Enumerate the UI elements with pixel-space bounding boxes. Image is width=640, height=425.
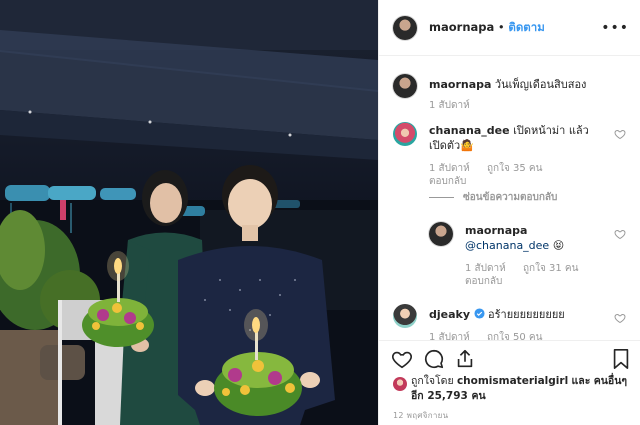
comment-body: chanana_dee เปิดหน้าม่า แล้วเปิดตัว🤷 <box>429 123 601 153</box>
comment-icon[interactable] <box>423 348 445 370</box>
bookmark-icon[interactable] <box>611 348 631 370</box>
action-bar <box>379 340 640 376</box>
comment-avatar[interactable] <box>393 304 417 328</box>
reply-time[interactable]: 1 สัปดาห์ <box>465 262 506 275</box>
caption: maornapa วันเพ็ญเดือนสิบสอง <box>429 77 629 92</box>
reply-text: 😝 <box>552 239 565 252</box>
author-username[interactable]: maornapa <box>429 20 494 34</box>
reply-avatar[interactable] <box>429 222 453 246</box>
post-date[interactable]: 12 พฤศจิกายน <box>393 409 448 422</box>
comment-username[interactable]: chanana_dee <box>429 124 510 137</box>
reply-button[interactable]: ตอบกลับ <box>429 175 466 188</box>
reply-heart-icon[interactable] <box>614 228 626 240</box>
hide-replies-button[interactable]: ซ่อนข้อความตอบกลับ <box>463 191 557 204</box>
photo-scene <box>0 0 378 425</box>
reply-likes[interactable]: ถูกใจ 31 คน <box>523 262 578 275</box>
comment-heart-icon[interactable] <box>614 128 626 140</box>
share-icon[interactable] <box>454 348 476 370</box>
caption-text: วันเพ็ญเดือนสิบสอง <box>494 78 587 91</box>
comment-heart-icon[interactable] <box>614 312 626 324</box>
heart-icon[interactable] <box>391 348 413 370</box>
post-photo[interactable] <box>0 0 378 425</box>
comment-username[interactable]: djeaky <box>429 308 470 321</box>
comment-text: อร้ายยยยยยยยย <box>488 308 565 321</box>
post-header: maornapa • ติดตาม ••• <box>379 0 640 56</box>
likes-summary: ถูกใจโดย chomismaterialgirl และ คนอื่นๆ … <box>411 374 629 404</box>
comment-likes[interactable]: ถูกใจ 35 คน <box>487 162 542 175</box>
caption-username[interactable]: maornapa <box>429 78 491 91</box>
header-separator: • <box>497 20 505 34</box>
more-icon[interactable]: ••• <box>601 20 629 36</box>
caption-avatar[interactable] <box>393 74 417 98</box>
liker-username[interactable]: chomismaterialgirl <box>457 375 568 387</box>
replies-divider <box>429 197 454 198</box>
instagram-post: maornapa • ติดตาม ••• maornapa วันเพ็ญเด… <box>0 0 640 425</box>
caption-time[interactable]: 1 สัปดาห์ <box>429 99 470 112</box>
reply-reply-button[interactable]: ตอบกลับ <box>465 275 502 288</box>
reply-mention[interactable]: @chanana_dee <box>465 239 549 252</box>
comment-meta-clipped: 1 สัปดาห์ ถูกใจ 50 คน <box>429 331 609 340</box>
comment-likes[interactable]: ถูกใจ 50 คน <box>487 331 542 340</box>
follow-button[interactable]: ติดตาม <box>508 20 544 34</box>
comment-body: djeaky อร้ายยยยยยยยย <box>429 307 609 322</box>
likes-and: และ <box>571 375 591 387</box>
reply-username[interactable]: maornapa <box>465 224 527 237</box>
author-line: maornapa • ติดตาม <box>429 19 545 35</box>
divider <box>379 340 640 341</box>
liker-avatar[interactable] <box>393 377 407 391</box>
verified-badge-icon <box>473 308 485 319</box>
likes-prefix: ถูกใจโดย <box>411 375 454 387</box>
comment-time[interactable]: 1 สัปดาห์ <box>429 162 470 175</box>
reply-body: maornapa @chanana_dee 😝 <box>465 223 605 253</box>
author-avatar[interactable] <box>393 16 417 40</box>
post-panel: maornapa • ติดตาม ••• maornapa วันเพ็ญเด… <box>378 0 640 425</box>
comment-time[interactable]: 1 สัปดาห์ <box>429 331 470 340</box>
comment-avatar[interactable] <box>393 122 417 146</box>
